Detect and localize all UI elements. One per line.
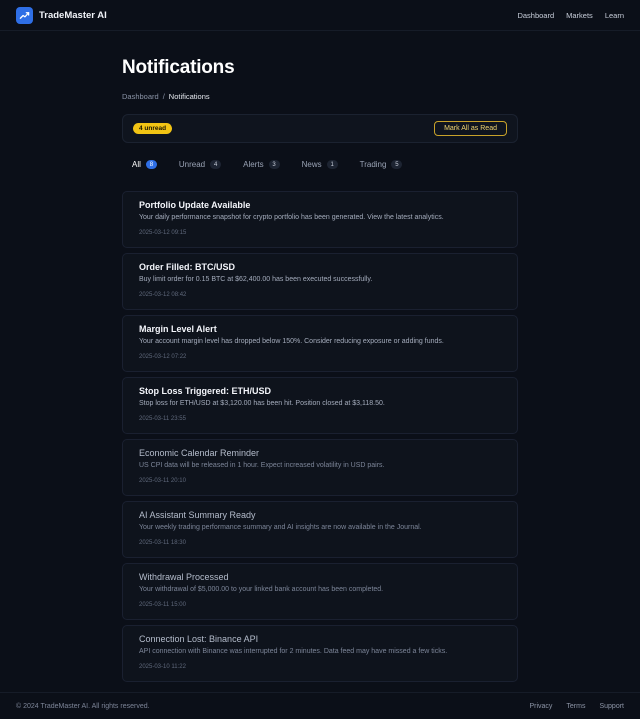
notification-timestamp: 2025-03-11 20:10 <box>139 478 186 484</box>
tab-unread[interactable]: Unread 4 <box>178 160 222 169</box>
brand-name: TradeMaster AI <box>39 9 107 21</box>
notification-body: Stop loss for ETH/USD at $3,120.00 has b… <box>139 400 385 407</box>
notification-body: Your weekly trading performance summary … <box>139 524 422 531</box>
footer-link-support[interactable]: Support <box>599 703 624 710</box>
breadcrumb-separator: / <box>162 92 165 101</box>
tab-news[interactable]: News 1 <box>302 160 338 169</box>
notification-item[interactable]: Order Filled: BTC/USD Buy limit order fo… <box>122 253 518 310</box>
brand[interactable]: TradeMaster AI <box>16 6 107 24</box>
filter-tabs: All 8 Unread 4 Alerts 3 News 1 Trading 5 <box>122 153 518 178</box>
notification-item[interactable]: Portfolio Update Available Your daily pe… <box>122 191 518 248</box>
notification-body: Buy limit order for 0.15 BTC at $62,400.… <box>139 276 373 283</box>
notification-item[interactable]: Margin Level Alert Your account margin l… <box>122 315 518 372</box>
nav-link-learn[interactable]: Learn <box>605 11 624 20</box>
tab-count: 1 <box>326 160 338 169</box>
notification-body: Your account margin level has dropped be… <box>139 338 444 345</box>
notification-title: Stop Loss Triggered: ETH/USD <box>139 386 272 396</box>
copyright-text: © 2024 TradeMaster AI. All rights reserv… <box>16 702 150 710</box>
breadcrumb: Dashboard / Notifications <box>122 92 518 101</box>
notification-timestamp: 2025-03-12 07:22 <box>139 354 187 360</box>
breadcrumb-current: Notifications <box>168 92 210 101</box>
nav-link-markets[interactable]: Markets <box>566 11 593 20</box>
footer: © 2024 TradeMaster AI. All rights reserv… <box>0 692 640 719</box>
tab-label: Unread <box>178 160 206 169</box>
tab-label: All <box>132 160 141 169</box>
notification-title: AI Assistant Summary Ready <box>139 510 256 520</box>
tab-trading[interactable]: Trading 5 <box>360 160 403 169</box>
notification-body: Your withdrawal of $5,000.00 to your lin… <box>139 586 384 593</box>
notification-list: Portfolio Update Available Your daily pe… <box>122 191 518 682</box>
nav-link-dashboard[interactable]: Dashboard <box>517 11 554 20</box>
tab-alerts[interactable]: Alerts 3 <box>243 160 280 169</box>
mark-all-read-button[interactable]: Mark All as Read <box>434 121 507 136</box>
notification-item[interactable]: Economic Calendar Reminder US CPI data w… <box>122 439 518 496</box>
notification-body: API connection with Binance was interrup… <box>139 648 448 655</box>
notification-timestamp: 2025-03-10 11:22 <box>139 664 186 670</box>
tab-label: Trading <box>359 160 387 169</box>
notification-body: Your daily performance snapshot for cryp… <box>139 214 444 221</box>
footer-links: Privacy Terms Support <box>529 703 624 710</box>
notification-timestamp: 2025-03-11 18:30 <box>139 540 186 546</box>
notification-title: Connection Lost: Binance API <box>139 634 259 644</box>
unread-count-badge: 4 unread <box>133 123 173 134</box>
notification-timestamp: 2025-03-12 08:42 <box>139 292 187 298</box>
footer-link-privacy[interactable]: Privacy <box>529 703 552 710</box>
main-nav: Dashboard Markets Learn <box>517 11 624 20</box>
action-bar: 4 unread Mark All as Read <box>122 114 518 143</box>
tab-count: 8 <box>145 160 157 169</box>
tab-count: 4 <box>210 160 222 169</box>
notification-item[interactable]: Withdrawal Processed Your withdrawal of … <box>122 563 518 620</box>
notification-timestamp: 2025-03-11 15:00 <box>139 602 186 608</box>
notification-title: Margin Level Alert <box>139 324 217 334</box>
notification-item[interactable]: AI Assistant Summary Ready Your weekly t… <box>122 501 518 558</box>
tab-all[interactable]: All 8 <box>132 160 157 169</box>
tab-count: 3 <box>268 160 280 169</box>
notification-title: Withdrawal Processed <box>139 572 229 582</box>
notification-item[interactable]: Stop Loss Triggered: ETH/USD Stop loss f… <box>122 377 518 434</box>
notification-title: Portfolio Update Available <box>139 200 251 210</box>
notification-title: Order Filled: BTC/USD <box>139 262 236 272</box>
tab-count: 5 <box>391 160 403 169</box>
notification-body: US CPI data will be released in 1 hour. … <box>139 462 385 469</box>
notifications-page: Notifications Dashboard / Notifications … <box>122 31 518 682</box>
breadcrumb-root[interactable]: Dashboard <box>122 92 159 101</box>
notification-title: Economic Calendar Reminder <box>139 448 260 458</box>
notification-item[interactable]: Connection Lost: Binance API API connect… <box>122 625 518 682</box>
tab-label: Alerts <box>243 160 264 169</box>
tab-label: News <box>301 160 322 169</box>
top-navbar: TradeMaster AI Dashboard Markets Learn <box>0 0 640 31</box>
footer-link-terms[interactable]: Terms <box>566 703 585 710</box>
page-title: Notifications <box>122 57 235 78</box>
notification-timestamp: 2025-03-11 23:55 <box>139 416 186 422</box>
trend-chart-icon <box>16 6 33 24</box>
notification-timestamp: 2025-03-12 09:15 <box>139 230 187 236</box>
